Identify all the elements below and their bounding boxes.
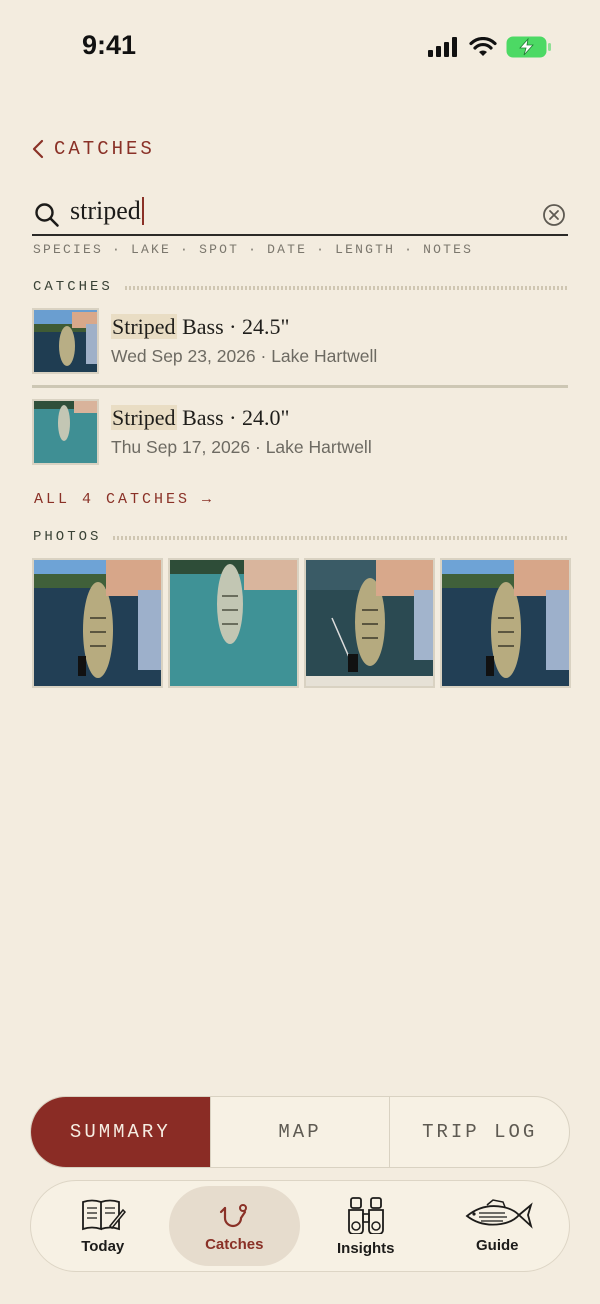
all-catches-link[interactable]: ALL 4 CATCHES → (34, 491, 214, 508)
filter-separator: · (180, 242, 191, 257)
search-scope-filters: SPECIES · LAKE · SPOT · DATE · LENGTH · NOTES (33, 242, 473, 257)
tab-bar: Today Catches Insights Guide (30, 1180, 570, 1272)
clear-search-icon[interactable] (542, 203, 566, 227)
photos-section-title: PHOTOS (33, 529, 102, 545)
catch-photo[interactable] (32, 558, 163, 688)
catch-title-rest: Bass · 24.0" (176, 405, 290, 430)
back-button[interactable]: CATCHES (32, 138, 155, 160)
catch-thumbnail (32, 308, 99, 374)
signal-icon (428, 37, 457, 57)
status-icons (428, 36, 552, 58)
catch-subtitle: Wed Sep 23, 2026 · Lake Hartwell (111, 346, 378, 366)
filter-length[interactable]: LENGTH (335, 242, 395, 257)
catch-result-row[interactable]: Striped Bass · 24.5" Wed Sep 23, 2026 · … (32, 308, 568, 380)
wifi-icon (469, 37, 497, 56)
filter-separator: · (248, 242, 259, 257)
catch-thumbnail (32, 399, 99, 465)
tab-label: Guide (475, 1236, 519, 1254)
tab-insights[interactable]: Insights (300, 1186, 432, 1266)
search-input[interactable]: striped (70, 196, 144, 226)
tab-label: Today (81, 1237, 125, 1255)
back-label: CATCHES (54, 138, 155, 160)
journal-icon (81, 1199, 126, 1230)
catch-photo[interactable] (440, 558, 571, 688)
tab-label: Insights (336, 1239, 395, 1257)
segment-map[interactable]: MAP (209, 1097, 390, 1167)
tab-guide[interactable]: Guide (432, 1186, 564, 1266)
segment-summary[interactable]: SUMMARY (31, 1097, 210, 1167)
status-bar: 9:41 (0, 0, 600, 100)
catch-result-row[interactable]: Striped Bass · 24.0" Thu Sep 17, 2026 · … (32, 399, 568, 471)
chevron-left-icon (32, 139, 44, 159)
filter-date[interactable]: DATE (267, 242, 307, 257)
section-divider (124, 286, 568, 290)
filter-separator: · (404, 242, 415, 257)
status-time: 9:41 (82, 30, 137, 60)
search-field[interactable]: striped (32, 194, 568, 236)
binoculars-icon (347, 1196, 384, 1234)
catch-subtitle: Thu Sep 17, 2026 · Lake Hartwell (111, 437, 372, 457)
catch-title: Striped Bass · 24.5" (111, 314, 289, 340)
photo-grid (32, 558, 571, 688)
text-caret (141, 197, 144, 225)
tab-label: Catches (205, 1235, 264, 1253)
search-highlight: Striped (111, 314, 177, 339)
filter-separator: · (316, 242, 327, 257)
battery-icon (506, 36, 551, 58)
tab-today[interactable]: Today (37, 1186, 169, 1266)
filter-lake[interactable]: LAKE (131, 242, 171, 257)
search-highlight: Striped (111, 405, 177, 430)
hook-icon (220, 1203, 248, 1227)
catches-section-title: CATCHES (33, 279, 113, 295)
fish-icon (465, 1198, 533, 1229)
catch-title: Striped Bass · 24.0" (111, 405, 289, 431)
filter-separator: · (112, 242, 123, 257)
filter-spot[interactable]: SPOT (199, 242, 239, 257)
segment-trip-log[interactable]: TRIP LOG (389, 1097, 569, 1167)
catch-photo[interactable] (304, 558, 435, 688)
catches-section-header: CATCHES (33, 279, 568, 295)
tab-catches[interactable]: Catches (168, 1186, 300, 1266)
photos-section-header: PHOTOS (33, 529, 568, 545)
filter-notes[interactable]: NOTES (423, 242, 473, 257)
section-divider (113, 536, 568, 540)
search-icon (35, 203, 59, 227)
filter-species[interactable]: SPECIES (33, 242, 103, 257)
view-segmented-control: SUMMARY MAP TRIP LOG (30, 1096, 570, 1168)
search-text: striped (70, 196, 141, 225)
catch-title-rest: Bass · 24.5" (176, 314, 290, 339)
row-divider (32, 385, 568, 388)
catch-photo[interactable] (168, 558, 299, 688)
